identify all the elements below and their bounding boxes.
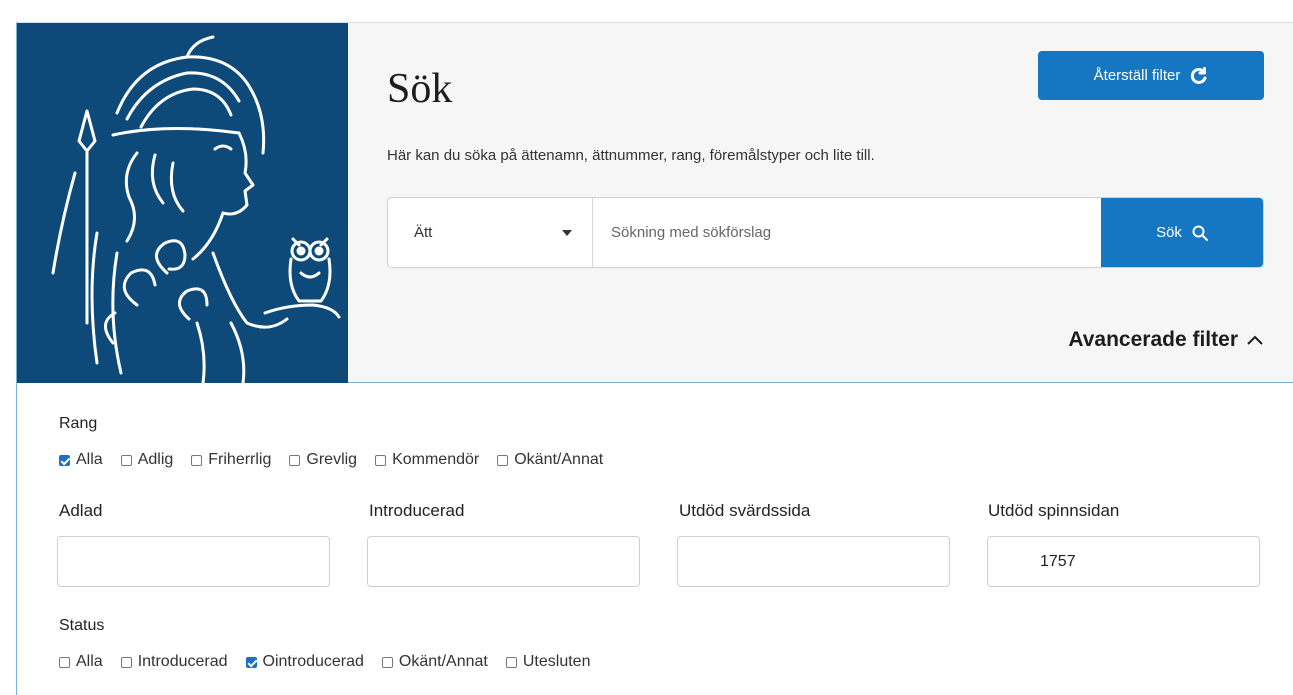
search-icon [1192, 225, 1208, 241]
advanced-filter-label: Avancerade filter [1068, 328, 1238, 351]
status-option-okant-annat[interactable]: Okänt/Annat [381, 653, 488, 671]
page-title: Sök [387, 66, 453, 112]
checkbox-label: Grevlig [306, 451, 358, 468]
rang-option-grevlig[interactable]: Grevlig [289, 451, 357, 469]
checkbox-label: Adlig [137, 451, 174, 468]
status-label: Status [59, 617, 105, 634]
checkbox[interactable] [59, 454, 70, 466]
reset-filter-label: Återställ filter [1093, 67, 1181, 84]
rang-options: Alla Adlig Friherrlig Grevlig Kommendör Okänt… [59, 451, 603, 469]
search-type-select[interactable]: Ätt [388, 198, 593, 267]
caret-down-icon [562, 229, 572, 236]
chevron-up-icon [1247, 335, 1263, 345]
checkbox[interactable] [497, 454, 509, 466]
checkbox[interactable] [120, 454, 132, 466]
rang-option-friherrlig[interactable]: Friherrlig [191, 451, 271, 469]
status-options: Alla Introducerad Ointroducerad Okänt/Annat… [59, 653, 590, 671]
checkbox-label: Ointroducerad [262, 653, 364, 670]
status-option-ointroducerad[interactable]: Ointroducerad [245, 653, 364, 671]
athena-owl-logo-icon [51, 35, 341, 383]
field-label-adlad: Adlad [59, 501, 103, 520]
status-option-alla[interactable]: Alla [59, 653, 103, 671]
search-button[interactable]: Sök [1101, 198, 1263, 267]
search-panel: Sök Återställ filter Här kan du söka på … [16, 22, 1293, 695]
search-hero: Sök Återställ filter Här kan du söka på … [17, 23, 1293, 383]
adlad-input[interactable] [57, 536, 330, 587]
checkbox[interactable] [289, 454, 301, 466]
reset-filter-button[interactable]: Återställ filter [1038, 51, 1264, 100]
rang-label: Rang [59, 415, 98, 432]
search-input[interactable] [593, 198, 1101, 267]
logo [17, 23, 348, 383]
rang-option-kommendor[interactable]: Kommendör [375, 451, 479, 469]
checkbox-label: Friherrlig [208, 451, 272, 468]
utdod-svardssida-input[interactable] [677, 536, 950, 587]
top-margin [0, 0, 1293, 22]
checkbox[interactable] [245, 656, 257, 668]
status-option-utesluten[interactable]: Utesluten [505, 653, 591, 671]
checkbox-label: Alla [76, 451, 103, 468]
field-label-utdod-svardssida: Utdöd svärdssida [679, 501, 811, 520]
refresh-icon [1191, 66, 1207, 84]
checkbox[interactable] [120, 656, 132, 668]
checkbox[interactable] [191, 454, 203, 466]
checkbox-label: Introducerad [137, 653, 228, 670]
search-type-value: Ätt [414, 224, 433, 241]
rang-option-adlig[interactable]: Adlig [120, 451, 174, 469]
status-option-introducerad[interactable]: Introducerad [120, 653, 228, 671]
rang-option-alla[interactable]: Alla [59, 451, 103, 469]
introducerad-input[interactable] [367, 536, 640, 587]
page-description: Här kan du söka på ättenamn, ättnummer, … [387, 147, 875, 164]
field-label-utdod-spinnsidan: Utdöd spinnsidan [988, 501, 1120, 520]
checkbox-label: Okänt/Annat [398, 653, 488, 670]
checkbox[interactable] [381, 656, 393, 668]
rang-option-okant-annat[interactable]: Okänt/Annat [497, 451, 603, 469]
advanced-filter-toggle[interactable]: Avancerade filter [1068, 328, 1264, 352]
checkbox-label: Kommendör [392, 451, 480, 468]
checkbox-label: Alla [76, 653, 103, 670]
search-button-label: Sök [1156, 224, 1182, 241]
utdod-spinnsidan-input[interactable] [987, 536, 1260, 587]
advanced-filters: Rang Alla Adlig Friherrlig Grevlig Kommendör… [17, 384, 1293, 695]
checkbox-label: Okänt/Annat [514, 451, 604, 468]
checkbox[interactable] [505, 656, 517, 668]
checkbox[interactable] [375, 454, 387, 466]
checkbox[interactable] [59, 656, 70, 668]
checkbox-label: Utesluten [522, 653, 591, 670]
search-bar: Ätt Sök [387, 197, 1264, 268]
field-label-introducerad: Introducerad [369, 501, 465, 520]
